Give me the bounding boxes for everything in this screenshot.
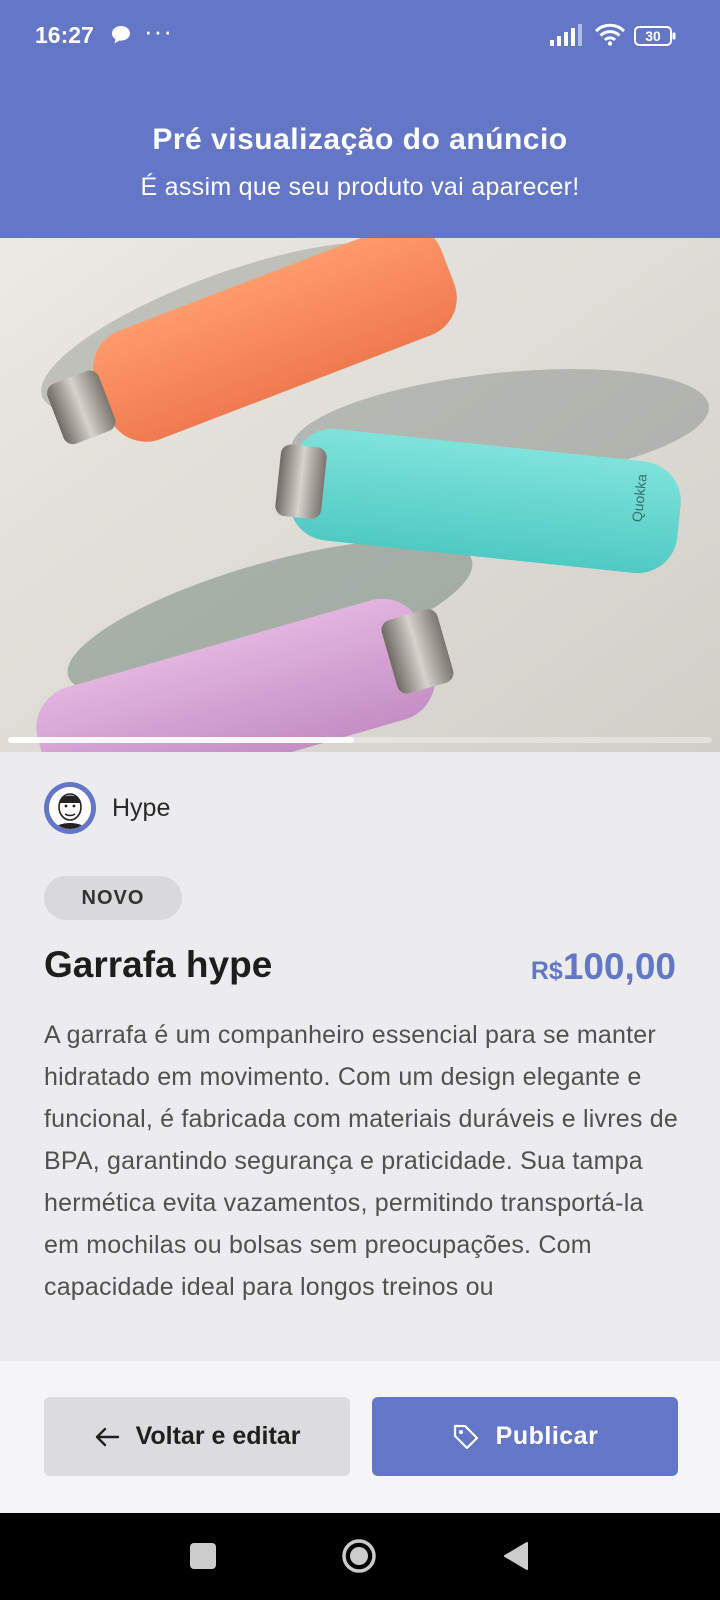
publish-label: Publicar	[495, 1422, 599, 1450]
product-price: R$ 100,00	[531, 946, 676, 988]
price-amount: 100,00	[562, 946, 676, 987]
arrow-left-icon	[95, 1427, 119, 1446]
back-edit-button[interactable]: Voltar e editar	[44, 1397, 350, 1476]
recents-square-icon[interactable]	[190, 1543, 216, 1569]
page-title: Pré visualização do anúncio	[152, 123, 568, 156]
home-circle-icon[interactable]	[341, 1538, 377, 1574]
header: 16:27 ··· 30 Pré visualização do anúncio	[0, 0, 720, 238]
avatar-face-icon	[49, 787, 91, 829]
chat-bubble-icon	[112, 26, 130, 44]
publish-button[interactable]: Publicar	[372, 1397, 678, 1476]
page-subtitle: É assim que seu produto vai aparecer!	[140, 173, 580, 201]
avatar[interactable]	[44, 782, 96, 834]
wifi-icon	[594, 23, 626, 46]
seller-name[interactable]: Hype	[112, 794, 170, 823]
tag-icon	[453, 1424, 478, 1449]
status-time: 16:27	[35, 22, 94, 48]
seller-row[interactable]: Hype	[44, 782, 170, 834]
status-bar: 16:27 ··· 30	[0, 0, 720, 72]
signal-icon	[550, 24, 582, 46]
back-edit-label: Voltar e editar	[135, 1422, 301, 1450]
product-image[interactable]: Quokka	[0, 238, 720, 752]
product-title: Garrafa hype	[44, 944, 273, 985]
condition-badge: NOVO	[44, 876, 182, 920]
carousel-indicator-active	[8, 737, 354, 743]
price-currency: R$	[530, 957, 563, 985]
battery-icon: 30	[634, 25, 676, 47]
more-notifications-icon: ···	[144, 16, 173, 46]
product-description: A garrafa é um companheiro essencial par…	[44, 1021, 678, 1301]
battery-level: 30	[645, 28, 661, 44]
back-triangle-icon[interactable]	[503, 1541, 529, 1571]
